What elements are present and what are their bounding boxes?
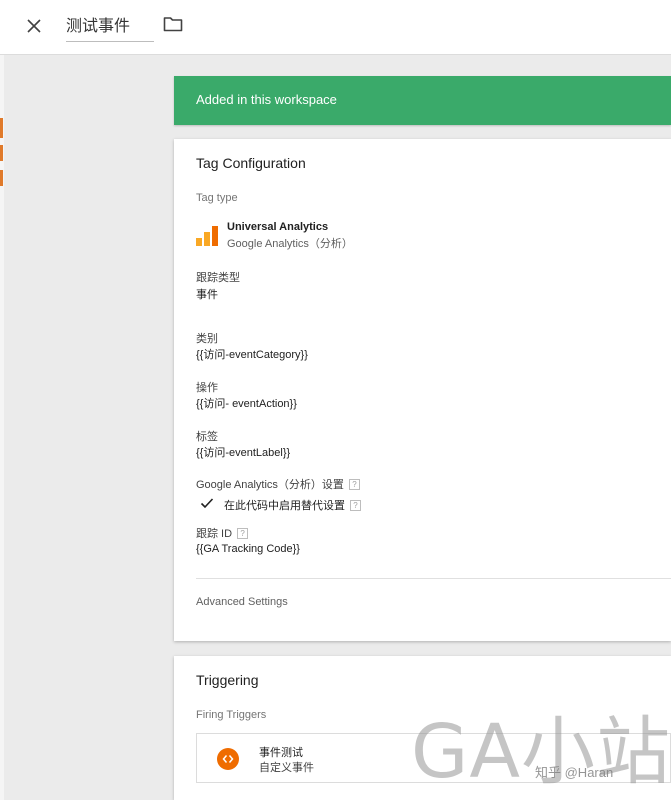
background-mark <box>0 170 3 186</box>
folder-icon <box>163 17 183 32</box>
override-settings-checkbox[interactable]: 在此代码中启用替代设置? <box>200 496 500 512</box>
category-label: 类别 <box>196 333 218 345</box>
action-label: 操作 <box>196 382 218 394</box>
divider <box>196 578 671 579</box>
background-mark <box>0 145 3 161</box>
track-type-label: 跟踪类型 <box>196 272 240 284</box>
tag-name-input[interactable]: 测试事件 <box>66 12 154 42</box>
override-settings-label: 在此代码中启用替代设置? <box>224 497 361 513</box>
tracking-id-label: 跟踪 ID <box>196 528 233 540</box>
help-icon[interactable]: ? <box>348 479 360 490</box>
card-title: Tag Configuration <box>196 155 306 171</box>
workspace-notification: Added in this workspace <box>174 76 671 125</box>
background-page-edge <box>0 55 4 800</box>
tag-type-subtitle: Google Analytics（分析） <box>227 238 353 250</box>
card-title: Triggering <box>196 672 259 688</box>
notification-text: Added in this workspace <box>196 92 337 107</box>
advanced-settings-toggle[interactable]: Advanced Settings <box>196 596 288 608</box>
tag-type-label: Tag type <box>196 192 238 204</box>
trigger-name: 事件测试 <box>259 747 303 759</box>
help-icon[interactable]: ? <box>350 500 361 511</box>
tag-configuration-card[interactable]: Tag Configuration Tag type Universal Ana… <box>174 139 671 641</box>
label-label: 标签 <box>196 431 218 443</box>
firing-triggers-label: Firing Triggers <box>196 709 267 721</box>
override-settings-text: 在此代码中启用替代设置 <box>224 500 345 512</box>
close-icon <box>27 19 41 33</box>
tag-type-selector[interactable]: Universal Analytics Google Analytics（分析） <box>196 221 496 251</box>
help-icon[interactable]: ? <box>237 528 249 539</box>
folder-button[interactable] <box>163 16 187 38</box>
watermark-credit: 知乎 @Haran <box>535 765 614 780</box>
tracking-id-row: 跟踪 ID? <box>196 525 249 541</box>
action-value: {{访问- eventAction}} <box>196 398 297 410</box>
label-value: {{访问-eventLabel}} <box>196 447 291 459</box>
tag-type-name: Universal Analytics <box>227 221 329 233</box>
code-brackets-icon <box>222 755 234 763</box>
track-type-value: 事件 <box>196 289 218 301</box>
ga-settings-label: Google Analytics（分析）设置 <box>196 479 344 491</box>
trigger-type: 自定义事件 <box>259 762 314 774</box>
top-bar: 测试事件 <box>0 0 671 55</box>
close-button[interactable] <box>22 14 46 38</box>
category-value: {{访问-eventCategory}} <box>196 349 308 361</box>
background-mark <box>0 118 3 138</box>
ga-settings-row: Google Analytics（分析）设置? <box>196 476 360 492</box>
tracking-id-value: {{GA Tracking Code}} <box>196 543 300 555</box>
custom-event-icon <box>217 748 239 770</box>
checkmark-icon <box>200 498 214 509</box>
universal-analytics-icon <box>196 226 218 246</box>
